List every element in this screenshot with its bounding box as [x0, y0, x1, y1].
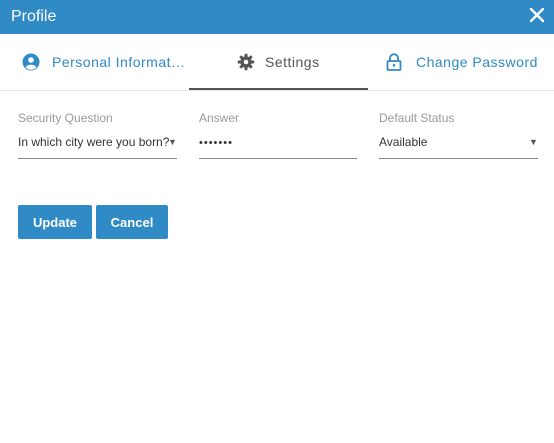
tab-personal-information[interactable]: Personal Informat… — [22, 34, 186, 90]
tab-personal-information-label: Personal Informat… — [52, 54, 186, 70]
security-question-value: In which city were you born? — [18, 135, 170, 149]
tab-settings[interactable]: Settings — [237, 34, 320, 90]
lock-icon — [386, 53, 402, 71]
tab-bar: Personal Informat… Settings Change Passw… — [0, 34, 554, 91]
cancel-button[interactable]: Cancel — [96, 205, 168, 239]
profile-dialog: Profile Personal Informat… Settings Chan… — [0, 0, 554, 443]
dropdown-arrow-icon: ▼ — [529, 137, 538, 147]
tab-change-password-label: Change Password — [416, 54, 538, 70]
dialog-header: Profile — [0, 0, 554, 34]
close-button[interactable] — [528, 6, 546, 24]
user-circle-icon — [22, 53, 40, 71]
dialog-title: Profile — [11, 8, 57, 25]
dropdown-arrow-icon: ▼ — [168, 137, 177, 147]
security-question-label: Security Question — [18, 111, 113, 125]
tab-change-password[interactable]: Change Password — [386, 34, 538, 90]
gear-icon — [237, 53, 255, 71]
answer-value: ••••••• — [199, 137, 233, 149]
default-status-label: Default Status — [379, 111, 455, 125]
default-status-value: Available — [379, 135, 428, 149]
close-icon — [529, 7, 545, 23]
tab-settings-label: Settings — [265, 54, 320, 70]
field-underline — [379, 158, 538, 159]
update-button[interactable]: Update — [18, 205, 92, 239]
field-underline — [18, 158, 177, 159]
answer-label: Answer — [199, 111, 240, 125]
field-underline — [199, 158, 357, 159]
active-tab-indicator — [189, 88, 368, 90]
